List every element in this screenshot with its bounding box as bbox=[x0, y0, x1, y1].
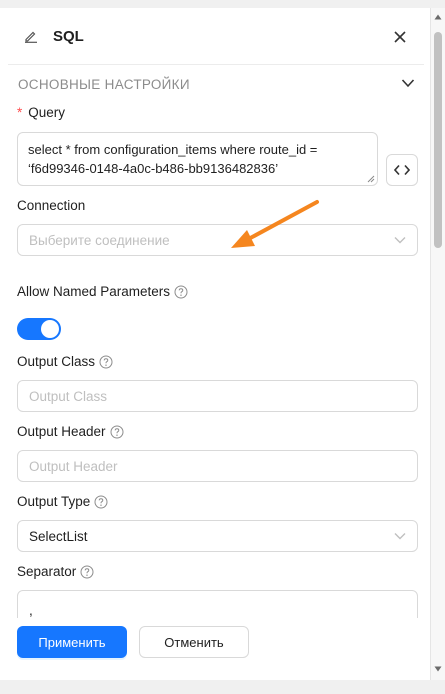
drawer-title: SQL bbox=[53, 28, 84, 45]
query-textarea[interactable]: select * from configuration_items where … bbox=[17, 132, 378, 186]
annotation-arrow-icon bbox=[231, 200, 319, 248]
output-header-text: Output Header bbox=[17, 424, 106, 439]
drawer-footer: Применить Отменить bbox=[0, 618, 430, 680]
question-circle-icon[interactable] bbox=[110, 425, 124, 439]
resize-grip-icon[interactable] bbox=[367, 175, 375, 183]
allow-named-parameters-text: Allow Named Parameters bbox=[17, 284, 171, 299]
pencil-icon bbox=[25, 31, 37, 43]
cancel-button[interactable]: Отменить bbox=[139, 626, 249, 658]
connection-label-text: Connection bbox=[17, 198, 86, 213]
drawer-header: SQL bbox=[0, 8, 430, 64]
question-circle-icon[interactable] bbox=[94, 495, 108, 509]
question-circle-icon[interactable] bbox=[174, 285, 188, 299]
question-circle-icon[interactable] bbox=[99, 355, 113, 369]
output-type-label: Output Type bbox=[17, 494, 108, 509]
separator-text: Separator bbox=[17, 564, 77, 579]
vertical-scrollbar[interactable] bbox=[431, 8, 445, 680]
section-title: ОСНОВНЫЕ НАСТРОЙКИ bbox=[18, 77, 190, 92]
connection-placeholder: Выберите соединение bbox=[29, 232, 170, 248]
chevron-down-icon bbox=[394, 237, 406, 244]
output-class-placeholder: Output Class bbox=[29, 388, 108, 404]
output-header-input[interactable]: Output Header bbox=[17, 450, 418, 482]
output-class-label: Output Class bbox=[17, 354, 113, 369]
output-type-select[interactable]: SelectList bbox=[17, 520, 418, 552]
required-mark: * bbox=[17, 105, 23, 120]
connection-label: Connection bbox=[17, 198, 85, 213]
connection-select[interactable]: Выберите соединение bbox=[17, 224, 418, 256]
allow-named-parameters-label: Allow Named Parameters bbox=[17, 284, 188, 299]
toggle-knob bbox=[41, 320, 59, 338]
code-editor-button[interactable] bbox=[386, 154, 418, 186]
close-icon[interactable] bbox=[393, 30, 407, 44]
apply-button[interactable]: Применить bbox=[17, 626, 127, 658]
query-text-line-1: select * from configuration_items where … bbox=[28, 142, 318, 157]
separator-label: Separator bbox=[17, 564, 94, 579]
output-class-text: Output Class bbox=[17, 354, 96, 369]
scrollbar-thumb[interactable] bbox=[434, 32, 442, 248]
code-icon bbox=[394, 164, 410, 176]
query-text-line-2: ‘f6d99346-0148-4a0c-b486-bb9136482836’ bbox=[28, 161, 279, 176]
section-header-main-settings[interactable]: ОСНОВНЫЕ НАСТРОЙКИ bbox=[8, 64, 424, 100]
scroll-up-arrow-icon[interactable] bbox=[434, 14, 442, 20]
output-header-placeholder: Output Header bbox=[29, 458, 118, 474]
sql-settings-drawer: SQL ОСНОВНЫЕ НАСТРОЙКИ * Query select * … bbox=[0, 8, 431, 680]
query-label-text: Query bbox=[28, 105, 66, 120]
output-class-input[interactable]: Output Class bbox=[17, 380, 418, 412]
scroll-down-arrow-icon[interactable] bbox=[434, 666, 442, 672]
output-type-value: SelectList bbox=[29, 528, 88, 544]
query-label: * Query bbox=[17, 105, 65, 120]
question-circle-icon[interactable] bbox=[80, 565, 94, 579]
allow-named-parameters-toggle[interactable] bbox=[17, 318, 61, 340]
separator-value: , bbox=[29, 602, 33, 618]
output-header-label: Output Header bbox=[17, 424, 124, 439]
chevron-down-icon bbox=[394, 533, 406, 540]
output-type-text: Output Type bbox=[17, 494, 91, 509]
chevron-down-icon[interactable] bbox=[401, 78, 415, 88]
